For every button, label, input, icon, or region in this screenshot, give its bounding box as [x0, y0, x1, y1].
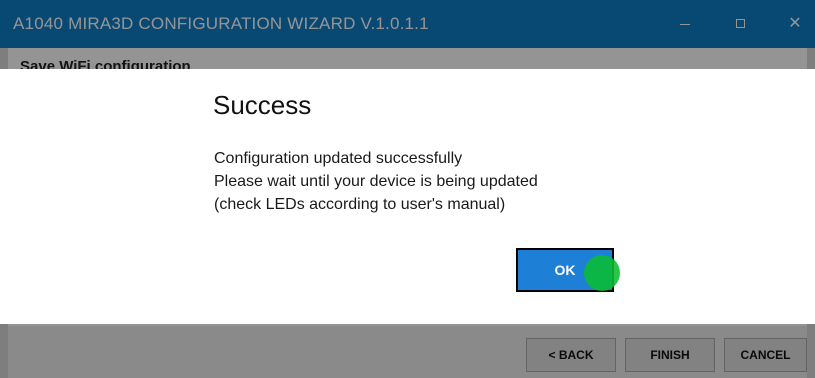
- message-line: (check LEDs according to user's manual): [214, 196, 506, 213]
- success-dialog: Success Configuration updated successful…: [0, 69, 815, 324]
- message-line: Configuration updated successfully: [214, 150, 463, 167]
- dialog-message: Configuration updated successfully Pleas…: [214, 147, 538, 216]
- message-line: Please wait until your device is being u…: [214, 173, 538, 190]
- click-indicator-icon: [584, 255, 620, 291]
- dialog-title: Success: [213, 90, 312, 120]
